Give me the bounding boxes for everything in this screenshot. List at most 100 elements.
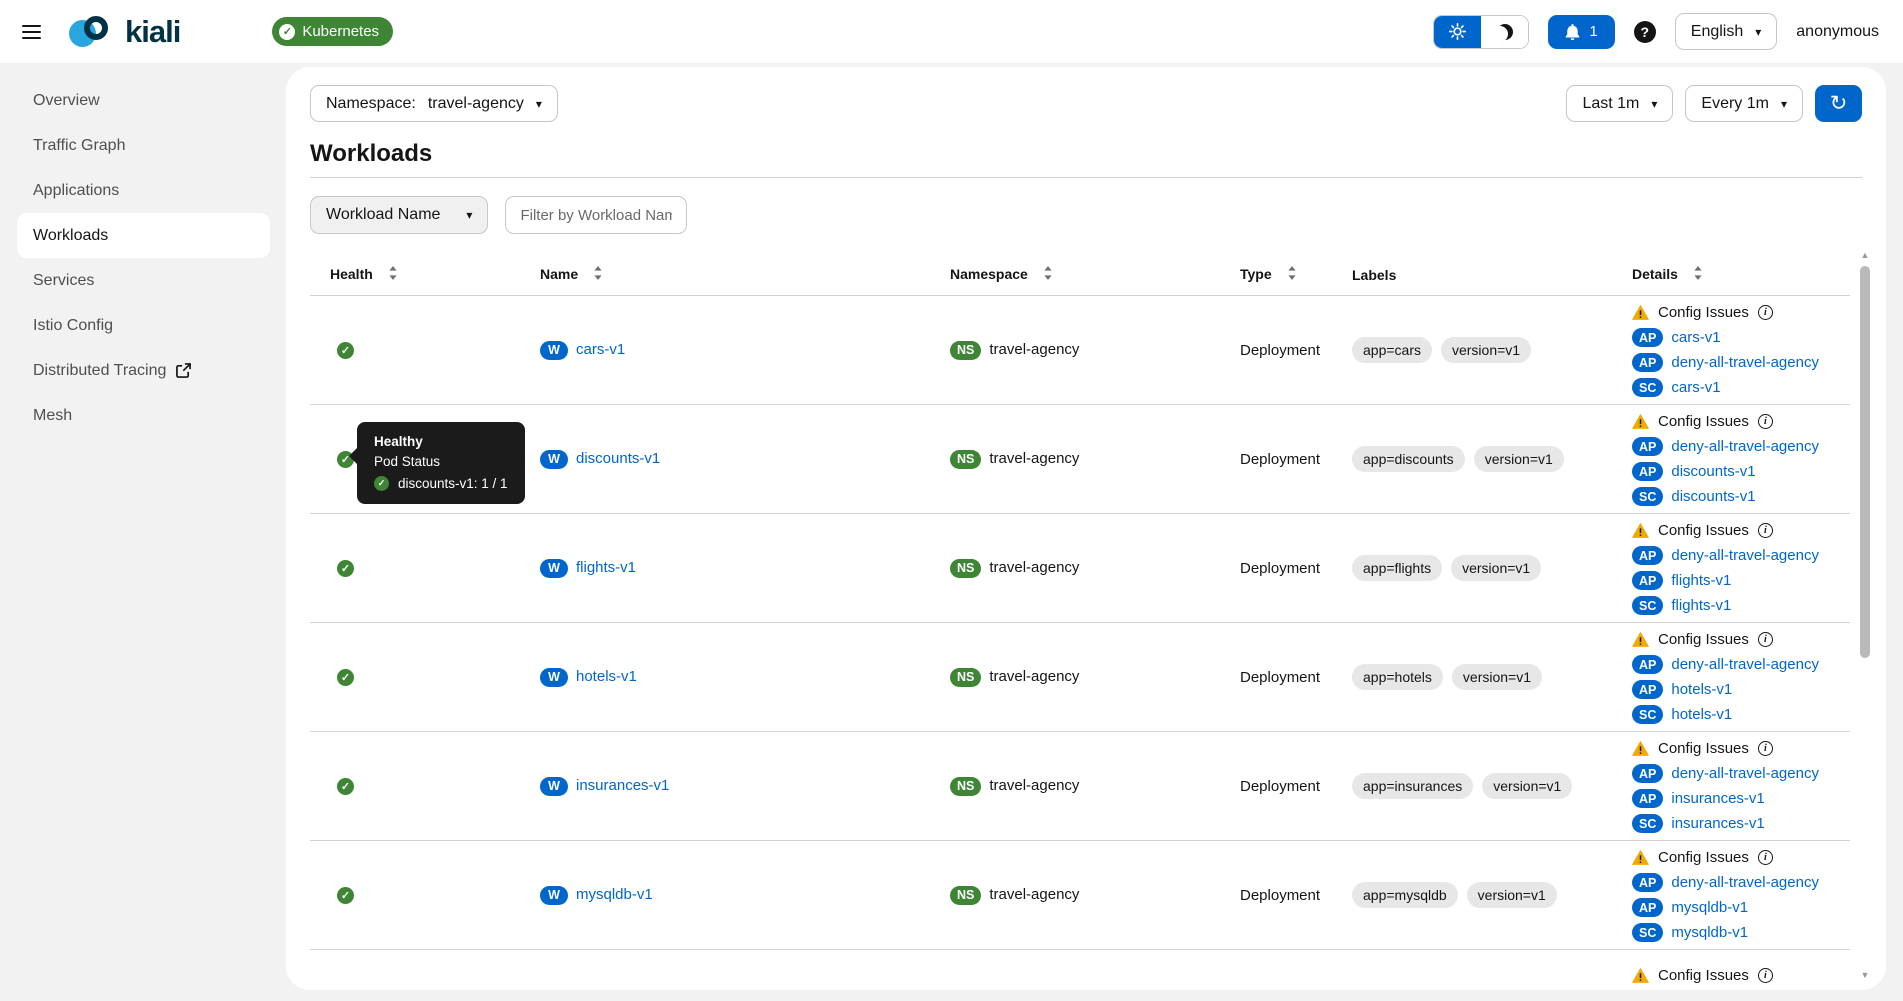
workload-type: Deployment — [1240, 342, 1320, 359]
workload-link[interactable]: hotels-v1 — [576, 668, 637, 685]
info-icon[interactable]: i — [1758, 850, 1773, 865]
refresh-interval-dropdown[interactable]: Every 1m ▾ — [1685, 85, 1803, 122]
sidebar-item-traffic-graph[interactable]: Traffic Graph — [17, 123, 270, 168]
workload-link[interactable]: cars-v1 — [576, 341, 625, 358]
refresh-interval-label: Every 1m — [1701, 95, 1769, 113]
notifications-button[interactable]: 1 — [1548, 15, 1614, 49]
istio-object-link[interactable]: hotels-v1 — [1671, 706, 1732, 723]
istio-object-badge: AP — [1632, 437, 1663, 456]
istio-object-link[interactable]: cars-v1 — [1671, 329, 1720, 346]
sort-icon[interactable] — [388, 266, 398, 283]
scroll-down-icon[interactable]: ▼ — [1859, 970, 1871, 980]
detail-line: APmysqldb-v1 — [1632, 895, 1850, 920]
istio-object-link[interactable]: insurances-v1 — [1671, 790, 1764, 807]
sidebar-item-label: Services — [33, 272, 94, 290]
healthy-status-icon[interactable]: ✓ — [337, 342, 354, 359]
table-scrollbar[interactable]: ▲ ▼ — [1858, 250, 1872, 980]
info-icon[interactable]: i — [1758, 523, 1773, 538]
tooltip-title: Healthy — [374, 434, 508, 449]
label-pill: version=v1 — [1451, 555, 1541, 581]
istio-object-link[interactable]: hotels-v1 — [1671, 681, 1732, 698]
istio-object-link[interactable]: deny-all-travel-agency — [1671, 547, 1819, 564]
workload-link[interactable]: flights-v1 — [576, 559, 636, 576]
healthy-status-icon[interactable]: ✓ — [337, 669, 354, 686]
chevron-down-icon: ▾ — [536, 97, 542, 111]
help-icon[interactable]: ? — [1634, 21, 1656, 43]
dark-theme-button[interactable] — [1481, 16, 1528, 48]
sidebar-item-applications[interactable]: Applications — [17, 168, 270, 213]
nav-toggle-hamburger-icon[interactable] — [22, 25, 41, 39]
sidebar-item-workloads[interactable]: Workloads — [17, 213, 270, 258]
workload-type: Deployment — [1240, 560, 1320, 577]
table-row: ✓Winsurances-v1NStravel-agencyDeployment… — [310, 732, 1850, 841]
sidebar-item-istio-config[interactable]: Istio Config — [17, 303, 270, 348]
user-menu[interactable]: anonymous — [1796, 23, 1879, 41]
istio-object-badge: AP — [1632, 353, 1663, 372]
column-header-health[interactable]: Health — [310, 262, 520, 296]
workload-type: Deployment — [1240, 669, 1320, 686]
workload-badge: W — [540, 450, 568, 469]
scroll-up-icon[interactable]: ▲ — [1859, 250, 1871, 260]
istio-object-badge: AP — [1632, 764, 1663, 783]
detail-line: SCflights-v1 — [1632, 593, 1850, 618]
light-theme-button[interactable] — [1434, 16, 1481, 48]
sort-icon[interactable] — [1043, 266, 1053, 283]
label-pill: version=v1 — [1482, 773, 1572, 799]
config-issues-label: Config Issues — [1658, 849, 1749, 866]
info-icon[interactable]: i — [1758, 305, 1773, 320]
istio-object-link[interactable]: discounts-v1 — [1671, 488, 1755, 505]
healthy-status-icon[interactable]: ✓ — [337, 560, 354, 577]
istio-object-link[interactable]: deny-all-travel-agency — [1671, 656, 1819, 673]
sidebar-item-label: Distributed Tracing — [33, 362, 166, 380]
istio-object-link[interactable]: discounts-v1 — [1671, 463, 1755, 480]
istio-object-link[interactable]: flights-v1 — [1671, 572, 1731, 589]
scrollbar-thumb[interactable] — [1860, 266, 1870, 658]
sidebar-item-distributed-tracing[interactable]: Distributed Tracing — [17, 348, 270, 393]
masthead: kiali ✓ Kubernetes 1 ? English ▾ — [0, 0, 1903, 63]
workload-link[interactable]: mysqldb-v1 — [576, 886, 653, 903]
warning-triangle-icon — [1632, 305, 1649, 320]
istio-object-link[interactable]: cars-v1 — [1671, 379, 1720, 396]
info-icon[interactable]: i — [1758, 632, 1773, 647]
divider — [310, 177, 1862, 178]
chevron-down-icon: ▾ — [466, 208, 472, 222]
column-header-type[interactable]: Type — [1220, 262, 1332, 296]
istio-object-link[interactable]: flights-v1 — [1671, 597, 1731, 614]
language-dropdown[interactable]: English ▾ — [1675, 13, 1778, 50]
istio-object-link[interactable]: mysqldb-v1 — [1671, 899, 1748, 916]
warning-triangle-icon — [1632, 523, 1649, 538]
info-icon[interactable]: i — [1758, 741, 1773, 756]
detail-line: AP deny-all-travel-agency — [1632, 350, 1850, 375]
refresh-button[interactable]: ↻ — [1815, 85, 1862, 122]
istio-object-link[interactable]: insurances-v1 — [1671, 815, 1764, 832]
istio-object-link[interactable]: deny-all-travel-agency — [1671, 874, 1819, 891]
istio-object-link[interactable]: deny-all-travel-agency — [1671, 438, 1819, 455]
istio-object-link[interactable]: mysqldb-v1 — [1671, 924, 1748, 941]
info-icon[interactable]: i — [1758, 414, 1773, 429]
istio-object-link[interactable]: deny-all-travel-agency — [1671, 765, 1819, 782]
sort-icon[interactable] — [1693, 266, 1703, 283]
column-header-details[interactable]: Details — [1612, 262, 1850, 296]
filter-input[interactable] — [505, 196, 687, 234]
sidebar-item-mesh[interactable]: Mesh — [17, 393, 270, 438]
filter-type-dropdown[interactable]: Workload Name ▾ — [310, 196, 488, 234]
kiali-logo[interactable]: kiali — [67, 13, 180, 51]
column-header-namespace[interactable]: Namespace — [930, 262, 1220, 296]
healthy-status-icon[interactable]: ✓ — [337, 887, 354, 904]
column-header-name[interactable]: Name — [520, 262, 930, 296]
istio-object-link[interactable]: deny-all-travel-agency — [1671, 354, 1819, 371]
label-pill: app=cars — [1352, 337, 1432, 363]
namespace-dropdown[interactable]: Namespace: travel-agency ▾ — [310, 85, 558, 122]
toolbar: Namespace: travel-agency ▾ Last 1m ▾ Eve… — [310, 85, 1862, 122]
workload-link[interactable]: insurances-v1 — [576, 777, 669, 794]
label-pill: app=flights — [1352, 555, 1442, 581]
info-icon[interactable]: i — [1758, 968, 1773, 983]
duration-dropdown[interactable]: Last 1m ▾ — [1566, 85, 1673, 122]
healthy-status-icon[interactable]: ✓ — [337, 778, 354, 795]
sidebar-item-services[interactable]: Services — [17, 258, 270, 303]
sort-icon[interactable] — [593, 266, 603, 283]
sidebar-item-overview[interactable]: Overview — [17, 78, 270, 123]
filter-type-label: Workload Name — [326, 206, 440, 224]
sort-icon[interactable] — [1287, 266, 1297, 283]
workload-link[interactable]: discounts-v1 — [576, 450, 660, 467]
